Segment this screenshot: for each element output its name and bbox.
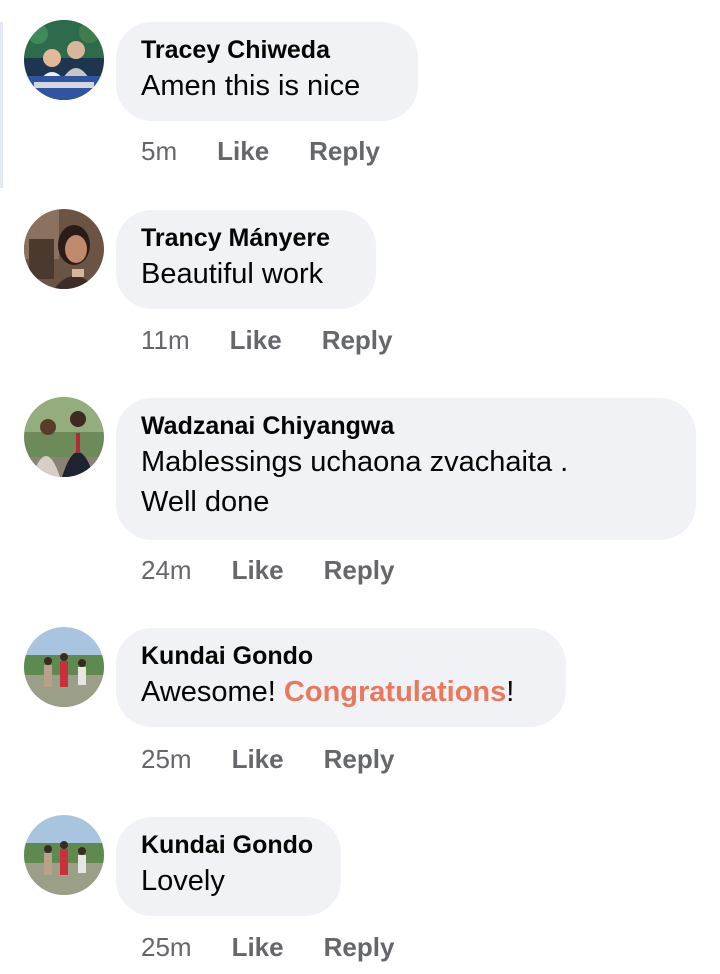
- comment-author[interactable]: Kundai Gondo: [141, 830, 315, 860]
- comment-bubble: Wadzanai Chiyangwa Mablessings uchaona z…: [116, 398, 696, 540]
- avatar-photo-icon: [24, 627, 104, 707]
- avatar[interactable]: [24, 20, 104, 100]
- comment-author[interactable]: Tracey Chiweda: [141, 35, 392, 65]
- comment-actions: 25m Like Reply: [141, 929, 434, 965]
- comment-time[interactable]: 5m: [141, 136, 177, 167]
- comment-bubble: Kundai Gondo Awesome! Congratulations!: [116, 628, 566, 727]
- comment-bubble: Kundai Gondo Lovely: [116, 817, 341, 916]
- comment-text: Beautiful work: [141, 258, 324, 290]
- reply-button[interactable]: Reply: [309, 136, 380, 167]
- comment-text-pre: Awesome!: [141, 676, 284, 708]
- comment-text: Lovely: [141, 865, 225, 897]
- comment-text: Awesome! Congratulations!: [141, 672, 540, 712]
- comment-author[interactable]: Kundai Gondo: [141, 641, 540, 671]
- reply-button[interactable]: Reply: [324, 555, 395, 586]
- congratulations-highlight[interactable]: Congratulations: [284, 676, 506, 708]
- comment-actions: 25m Like Reply: [141, 741, 434, 777]
- like-button[interactable]: Like: [232, 555, 284, 586]
- avatar[interactable]: [24, 397, 104, 477]
- comment-author[interactable]: Wadzanai Chiyangwa: [141, 411, 670, 441]
- avatar-photo-icon: [24, 397, 104, 477]
- comment-bubble: Tracey Chiweda Amen this is nice: [116, 22, 418, 121]
- comment-actions: 5m Like Reply: [141, 133, 420, 169]
- thread-line: [0, 22, 3, 188]
- comment-time[interactable]: 25m: [141, 932, 192, 963]
- avatar-photo-icon: [24, 815, 104, 895]
- comment-text-line: Well done: [141, 486, 270, 518]
- comment-text: Amen this is nice: [141, 70, 361, 102]
- avatar-photo-icon: [24, 209, 104, 289]
- like-button[interactable]: Like: [232, 932, 284, 963]
- like-button[interactable]: Like: [230, 325, 282, 356]
- avatar[interactable]: [24, 627, 104, 707]
- comment-time[interactable]: 11m: [141, 325, 190, 356]
- comment-actions: 11m Like Reply: [141, 322, 433, 358]
- comment-actions: 24m Like Reply: [141, 552, 434, 588]
- comment-bubble: Trancy Mányere Beautiful work: [116, 210, 376, 309]
- comment-text-post: !: [506, 676, 515, 708]
- avatar[interactable]: [24, 815, 104, 895]
- reply-button[interactable]: Reply: [322, 325, 393, 356]
- like-button[interactable]: Like: [217, 136, 269, 167]
- comment-text-line: Mablessings uchaona zvachaita .: [141, 446, 569, 478]
- reply-button[interactable]: Reply: [324, 932, 395, 963]
- comment-time[interactable]: 25m: [141, 744, 192, 775]
- avatar[interactable]: [24, 209, 104, 289]
- reply-button[interactable]: Reply: [324, 744, 395, 775]
- comment-author[interactable]: Trancy Mányere: [141, 223, 350, 253]
- avatar-photo-icon: [24, 20, 104, 100]
- like-button[interactable]: Like: [232, 744, 284, 775]
- comment-time[interactable]: 24m: [141, 555, 192, 586]
